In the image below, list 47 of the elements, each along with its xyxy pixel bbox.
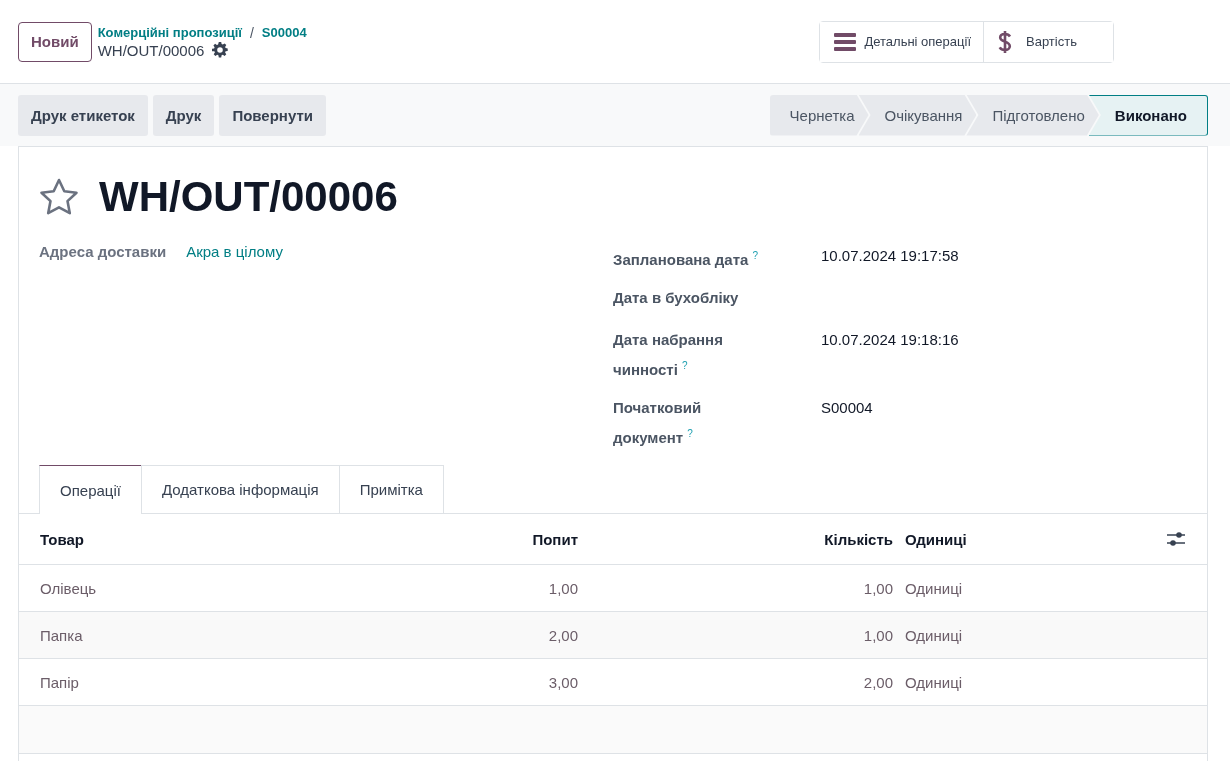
tab[interactable]: Операції: [39, 465, 142, 514]
table-cell-text: 1,00: [862, 626, 893, 644]
status-step[interactable]: Виконано: [1088, 94, 1208, 136]
column-header[interactable]: Товар: [40, 530, 440, 548]
field-label: Адреса доставки: [39, 243, 167, 260]
settings-icon[interactable]: [212, 42, 229, 58]
table-row[interactable]: Папка 2,00 1,00 Одиниці: [19, 612, 1207, 659]
field-value: 10.07.2024 19:18:16: [821, 330, 959, 350]
column-header[interactable]: Попит: [440, 530, 578, 548]
status-step[interactable]: Чернетка: [769, 94, 869, 136]
list-icon: [834, 31, 857, 52]
table-cell-text: 2,00: [862, 673, 893, 691]
status-step[interactable]: Підготовлено: [966, 94, 1099, 136]
table-cell-text: 1,00: [547, 579, 578, 597]
table-cell-text: 2,00: [547, 626, 578, 644]
record-name: WH/OUT/00006: [97, 41, 205, 59]
field-label: Початковий документ $^{?}$: [613, 398, 703, 448]
table-cell-text: 1,00: [862, 579, 893, 597]
action-button[interactable]: Друк етикеток: [18, 94, 148, 136]
field-value: 10.07.2024 19:17:58: [821, 246, 959, 266]
address-link[interactable]: Акра в цілому: [186, 243, 283, 260]
breadcrumb-link[interactable]: S00004: [261, 25, 307, 40]
tab[interactable]: Примітка: [338, 465, 444, 513]
field-label: Дата набрання чинності $^{?}$: [613, 330, 724, 380]
table-cell-text: Одиниці: [904, 579, 964, 597]
table-cell-text: Олівець: [40, 579, 98, 597]
star-icon[interactable]: [39, 178, 79, 216]
table-cell-text: Папка: [40, 626, 84, 644]
record-title: WH/OUT/00006: [99, 173, 398, 221]
table-cell-text: Папір: [40, 673, 80, 691]
breadcrumb-link[interactable]: Комерційні пропозиції: [97, 25, 242, 40]
field-label: Дата в бухобліку: [613, 288, 739, 308]
table-cell-text: Одиниці: [904, 673, 964, 691]
action-button[interactable]: Повернути: [219, 94, 326, 136]
status-step[interactable]: Очікування: [858, 94, 977, 136]
cost-button[interactable]: Вартість: [983, 21, 1113, 62]
field-label: Запланована дата $^{?}$: [613, 249, 759, 270]
sliders-icon[interactable]: [1167, 531, 1185, 547]
column-header[interactable]: Кількість: [578, 530, 893, 548]
action-button[interactable]: Друк: [152, 94, 215, 136]
column-header[interactable]: Одиниці: [893, 530, 1167, 548]
breadcrumb-separator: /: [249, 24, 254, 41]
dollar-icon: [998, 29, 1012, 54]
new-button[interactable]: Новий: [18, 21, 92, 62]
field-value: S00004: [821, 398, 873, 418]
table-cell-text: Одиниці: [904, 626, 964, 644]
table-cell-text: 3,00: [547, 673, 578, 691]
